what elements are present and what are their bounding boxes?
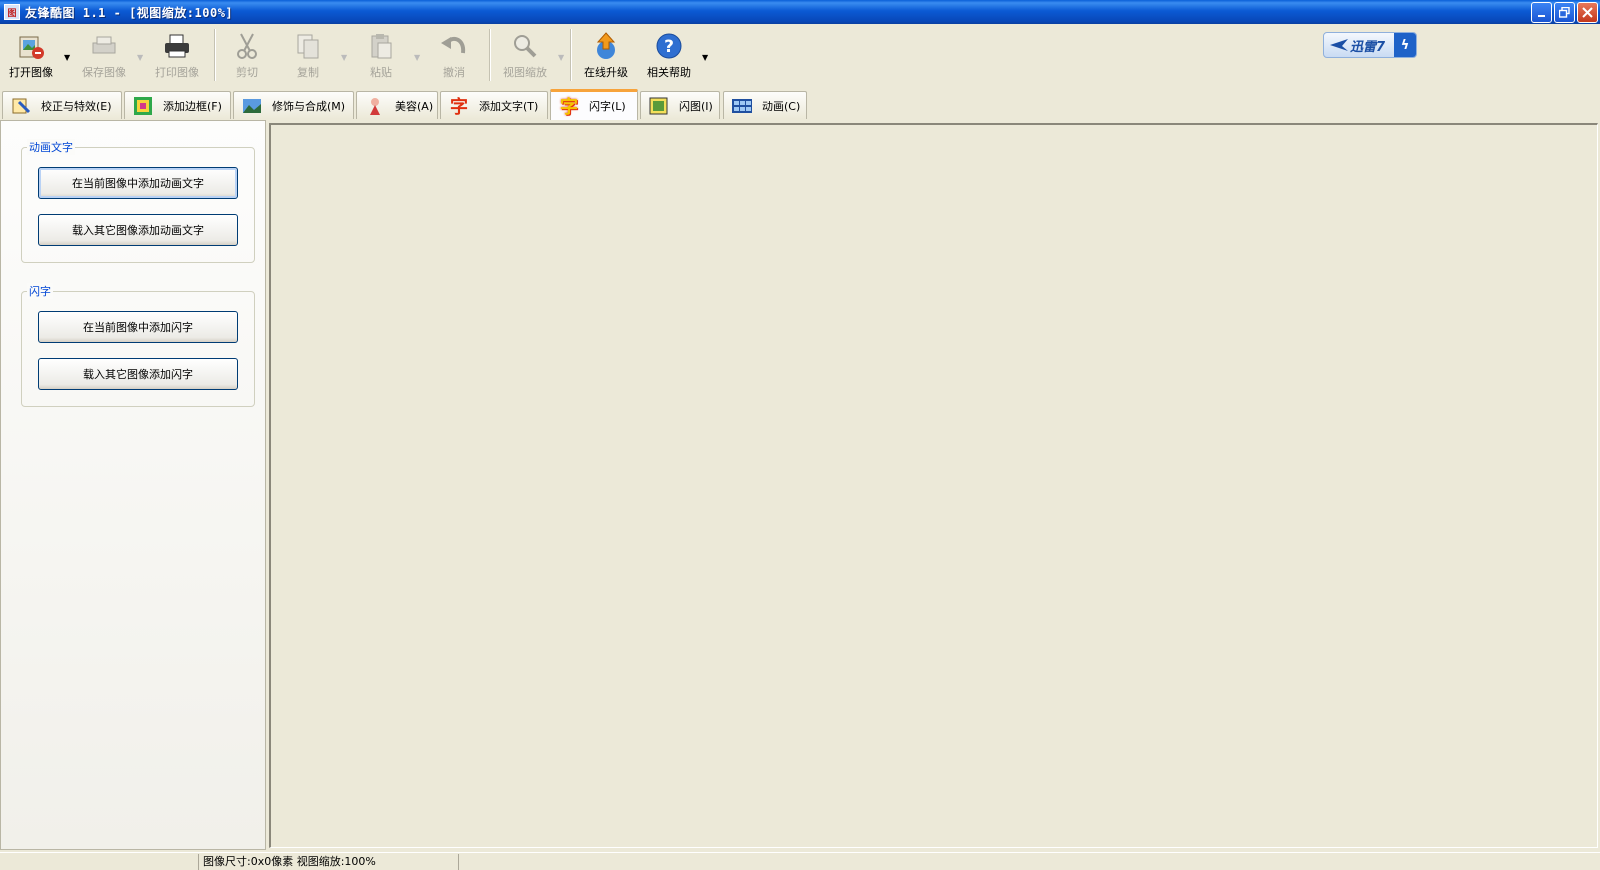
copy-dropdown-arrow[interactable]: ▼ (341, 53, 347, 62)
save-image-button[interactable]: 保存图像 (73, 31, 135, 81)
status-bar: 图像尺寸:0x0像素 视图缩放:100% (0, 852, 1600, 870)
title-bar: 图 友锋酷图 1.1 - [视图缩放:100%] (0, 0, 1600, 24)
open-image-button[interactable]: 打开图像 (0, 31, 62, 81)
tab-flash-text[interactable]: 字 闪字(L) (550, 89, 638, 120)
flash-text-icon: 字 (560, 97, 578, 118)
upgrade-icon (591, 31, 621, 61)
print-image-button[interactable]: 打印图像 (146, 31, 208, 81)
help-icon: ? (654, 31, 684, 61)
function-tabs: 校正与特效(E) 添加边框(F) 修饰与合成(M) 美容(A) 字 添加文字(T… (0, 89, 1600, 120)
tab-effects[interactable]: 校正与特效(E) (2, 91, 122, 119)
window-controls (1531, 2, 1598, 23)
flash-image-icon (649, 96, 669, 116)
restore-icon (1559, 7, 1570, 18)
scissors-icon (232, 31, 262, 61)
bolt-icon: ϟ (1394, 33, 1416, 57)
xunlei-badge[interactable]: 迅雷7 ϟ (1323, 32, 1417, 58)
cut-button[interactable]: 剪切 (216, 31, 278, 81)
group-title: 闪字 (27, 283, 53, 299)
save-image-icon (89, 31, 119, 61)
paste-dropdown-arrow[interactable]: ▼ (414, 53, 420, 62)
help-button[interactable]: ? 相关帮助 (638, 31, 700, 81)
minimize-button[interactable] (1531, 2, 1552, 23)
status-image-info: 图像尺寸:0x0像素 视图缩放:100% (198, 854, 458, 870)
open-dropdown-arrow[interactable]: ▼ (64, 53, 70, 62)
online-upgrade-button[interactable]: 在线升级 (575, 31, 637, 81)
svg-text:?: ? (664, 37, 674, 57)
save-dropdown-arrow[interactable]: ▼ (137, 53, 143, 62)
tab-flash-image[interactable]: 闪图(I) (640, 91, 720, 119)
paste-icon (366, 31, 396, 61)
undo-icon (439, 31, 469, 61)
paste-button[interactable]: 粘贴 (350, 31, 412, 81)
view-zoom-button[interactable]: 视图缩放 (494, 31, 556, 81)
add-animated-text-load-button[interactable]: 载入其它图像添加动画文字 (38, 214, 238, 246)
group-title: 动画文字 (27, 139, 75, 155)
animation-icon (732, 96, 752, 116)
text-icon: 字 (450, 96, 468, 118)
tab-beauty[interactable]: 美容(A) (356, 91, 438, 119)
close-button[interactable] (1577, 2, 1598, 23)
tab-compose[interactable]: 修饰与合成(M) (233, 91, 354, 119)
status-cell-rest (458, 854, 1600, 870)
animated-text-group: 动画文字 在当前图像中添加动画文字 载入其它图像添加动画文字 (21, 139, 255, 263)
copy-button[interactable]: 复制 (277, 31, 339, 81)
frame-icon (133, 96, 153, 116)
status-cell-empty (0, 854, 198, 870)
toolbar-separator (570, 29, 572, 81)
restore-button[interactable] (1554, 2, 1575, 23)
close-icon (1582, 7, 1593, 18)
add-flash-text-current-button[interactable]: 在当前图像中添加闪字 (38, 311, 238, 343)
open-image-icon (16, 31, 46, 61)
toolbar-separator (489, 29, 491, 81)
printer-icon (162, 31, 192, 61)
bird-icon (1330, 39, 1348, 51)
tab-add-text[interactable]: 字 添加文字(T) (440, 91, 548, 119)
tool-panel: 动画文字 在当前图像中添加动画文字 载入其它图像添加动画文字 闪字 在当前图像中… (0, 120, 266, 850)
zoom-dropdown-arrow[interactable]: ▼ (558, 53, 564, 62)
effects-icon (11, 96, 31, 116)
minimize-icon (1537, 14, 1545, 17)
window-title: 友锋酷图 1.1 - [视图缩放:100%] (25, 5, 234, 20)
tab-add-frame[interactable]: 添加边框(F) (124, 91, 231, 119)
tab-animation[interactable]: 动画(C) (723, 91, 807, 119)
add-flash-text-load-button[interactable]: 载入其它图像添加闪字 (38, 358, 238, 390)
add-animated-text-current-button[interactable]: 在当前图像中添加动画文字 (38, 167, 238, 199)
flash-text-group: 闪字 在当前图像中添加闪字 载入其它图像添加闪字 (21, 283, 255, 407)
magnifier-icon (510, 31, 540, 61)
help-dropdown-arrow[interactable]: ▼ (702, 53, 708, 62)
copy-icon (293, 31, 323, 61)
image-canvas[interactable] (269, 123, 1598, 848)
app-icon[interactable]: 图 (4, 4, 20, 20)
beauty-icon (365, 96, 385, 116)
compose-icon (242, 96, 262, 116)
undo-button[interactable]: 撤消 (423, 31, 485, 81)
